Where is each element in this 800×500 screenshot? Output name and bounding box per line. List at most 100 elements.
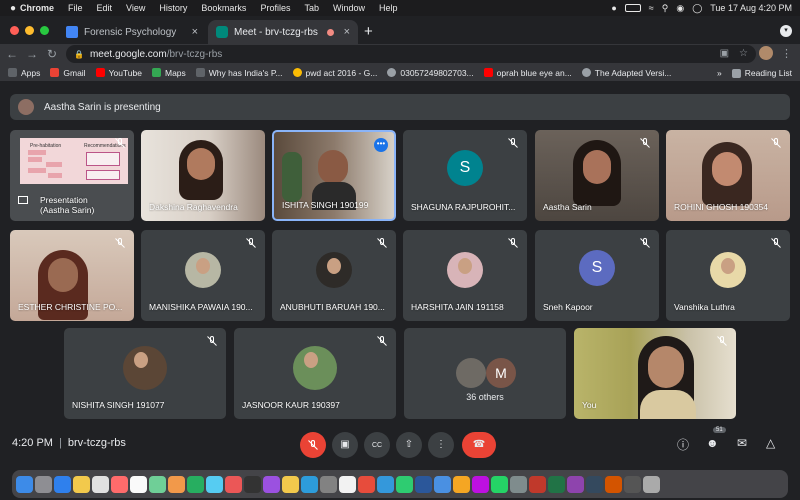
app-icon[interactable] xyxy=(377,475,394,493)
app-icon[interactable] xyxy=(586,475,603,493)
participant-tile-you[interactable]: You xyxy=(574,328,736,419)
leave-call-button[interactable]: ☎ xyxy=(462,432,496,458)
participant-tile-aastha[interactable]: Aastha Sarin xyxy=(535,130,659,221)
pages-icon[interactable] xyxy=(168,475,185,493)
notes-icon[interactable] xyxy=(73,475,90,493)
word-icon[interactable] xyxy=(415,475,432,493)
present-now-button[interactable]: ⇧ xyxy=(396,432,422,458)
minimize-window-button[interactable] xyxy=(25,26,34,35)
app-icon[interactable] xyxy=(567,475,584,493)
camera-in-use-icon[interactable]: ▣ xyxy=(720,48,729,59)
chat-icon[interactable]: ✉ xyxy=(737,436,747,450)
menu-profiles[interactable]: Profiles xyxy=(260,3,290,13)
reminders-icon[interactable] xyxy=(149,475,166,493)
participant-tile-nishita[interactable]: NISHITA SINGH 191077 xyxy=(64,328,226,419)
menu-view[interactable]: View xyxy=(126,3,145,13)
new-tab-button[interactable]: + xyxy=(364,23,373,40)
facetime-icon[interactable] xyxy=(206,475,223,493)
participant-tile-anubhuti[interactable]: ANUBHUTI BARUAH 190... xyxy=(272,230,396,321)
back-icon[interactable]: ← xyxy=(4,47,20,61)
bookmark-star-icon[interactable]: ☆ xyxy=(739,48,748,59)
whatsapp-icon[interactable] xyxy=(491,475,508,493)
bookmark-youtube[interactable]: YouTube xyxy=(95,68,142,78)
profile-avatar[interactable] xyxy=(759,46,773,60)
participant-tile-manishika[interactable]: MANISHIKA PAWAIA 190... xyxy=(141,230,265,321)
chrome-menu-icon[interactable]: ⋮ xyxy=(781,47,792,60)
menu-edit[interactable]: Edit xyxy=(97,3,113,13)
more-options-icon[interactable]: ••• xyxy=(374,138,388,152)
wifi-icon[interactable]: ≈ xyxy=(649,3,654,13)
music-icon[interactable] xyxy=(225,475,242,493)
more-options-button[interactable]: ⋮ xyxy=(428,432,454,458)
siri-icon[interactable]: ◯ xyxy=(692,3,702,14)
apple-icon[interactable]: ● xyxy=(6,3,20,14)
meet-status-icon[interactable]: ● xyxy=(611,3,616,13)
camera-toggle-button[interactable]: ▣ xyxy=(332,432,358,458)
participant-tile-harshita[interactable]: HARSHITA JAIN 191158 xyxy=(403,230,527,321)
app-icon[interactable] xyxy=(605,475,622,493)
finder-icon[interactable] xyxy=(16,475,33,493)
activities-icon[interactable]: △ xyxy=(766,436,775,450)
people-icon[interactable]: ☻ xyxy=(706,436,719,450)
app-icon[interactable] xyxy=(434,475,451,493)
photos-icon[interactable] xyxy=(92,475,109,493)
participant-tile-dakshina[interactable]: Dakshina Raghavendra xyxy=(141,130,265,221)
meeting-details-icon[interactable]: ⓘ xyxy=(677,436,689,453)
bookmark-maps[interactable]: Maps xyxy=(151,68,186,78)
trash-icon[interactable] xyxy=(643,475,660,493)
apple-tv-icon[interactable] xyxy=(244,475,261,493)
participant-tile-ishita[interactable]: ••• ISHITA SINGH 190199 xyxy=(272,130,396,221)
tab-search-icon[interactable]: ▾ xyxy=(780,25,792,37)
participant-tile-sneh[interactable]: S Sneh Kapoor xyxy=(535,230,659,321)
bookmark-oprah[interactable]: oprah blue eye an... xyxy=(483,68,572,78)
meeting-code[interactable]: brv-tczg-rbs xyxy=(68,437,126,449)
bookmark-number[interactable]: 03057249802703... xyxy=(387,68,474,78)
bookmark-why-india[interactable]: Why has India's P... xyxy=(195,68,283,78)
participant-tile-rohini[interactable]: ROHINI GHOSH 190354 xyxy=(666,130,790,221)
menu-app-name[interactable]: Chrome xyxy=(20,3,54,13)
app-store-icon[interactable] xyxy=(301,475,318,493)
participant-tile-shaguna[interactable]: S SHAGUNA RAJPUROHIT... xyxy=(403,130,527,221)
participant-tile-others[interactable]: M 36 others xyxy=(404,328,566,419)
excel-icon[interactable] xyxy=(548,475,565,493)
menu-file[interactable]: File xyxy=(68,3,83,13)
lock-icon[interactable]: 🔒 xyxy=(74,50,84,59)
books-icon[interactable] xyxy=(282,475,299,493)
participant-tile-presentation[interactable]: Pre-habitation Recommendations Presentat… xyxy=(10,130,134,221)
system-preferences-icon[interactable] xyxy=(320,475,337,493)
tab-meet[interactable]: Meet - brv-tczg-rbs × xyxy=(208,20,358,44)
app-icon[interactable] xyxy=(453,475,470,493)
app-icon[interactable] xyxy=(624,475,641,493)
menu-help[interactable]: Help xyxy=(379,3,398,13)
contacts-icon[interactable] xyxy=(111,475,128,493)
close-tab-icon[interactable]: × xyxy=(344,26,350,38)
app-icon[interactable] xyxy=(529,475,546,493)
close-tab-icon[interactable]: × xyxy=(192,26,198,38)
close-window-button[interactable] xyxy=(10,26,19,35)
participant-tile-esther[interactable]: ESTHER CHRISTINE PO... xyxy=(10,230,134,321)
menu-history[interactable]: History xyxy=(159,3,187,13)
app-icon[interactable] xyxy=(472,475,489,493)
bookmark-adapted-version[interactable]: The Adapted Versi... xyxy=(581,68,671,78)
podcasts-icon[interactable] xyxy=(263,475,280,493)
menu-bookmarks[interactable]: Bookmarks xyxy=(201,3,246,13)
battery-icon[interactable] xyxy=(624,4,641,12)
messages-icon[interactable] xyxy=(187,475,204,493)
calendar-icon[interactable] xyxy=(130,475,147,493)
microphone-toggle-button[interactable] xyxy=(300,432,326,458)
bookmark-pwd-act[interactable]: pwd act 2016 - G... xyxy=(292,68,377,78)
app-icon[interactable] xyxy=(358,475,375,493)
participant-tile-vanshika[interactable]: Vanshika Luthra xyxy=(666,230,790,321)
bookmarks-overflow-button[interactable]: » xyxy=(717,68,722,78)
zoom-window-button[interactable] xyxy=(40,26,49,35)
captions-button[interactable]: CC xyxy=(364,432,390,458)
tab-forensic-psychology[interactable]: Forensic Psychology × xyxy=(58,20,206,44)
menu-clock[interactable]: Tue 17 Aug 4:20 PM xyxy=(710,3,792,13)
participant-tile-jasnoor[interactable]: JASNOOR KAUR 190397 xyxy=(234,328,396,419)
chrome-icon[interactable] xyxy=(339,475,356,493)
menu-tab[interactable]: Tab xyxy=(304,3,319,13)
menu-window[interactable]: Window xyxy=(333,3,365,13)
control-center-icon[interactable]: ◉ xyxy=(676,3,684,14)
reload-icon[interactable]: ↻ xyxy=(44,47,60,61)
launchpad-icon[interactable] xyxy=(35,475,52,493)
